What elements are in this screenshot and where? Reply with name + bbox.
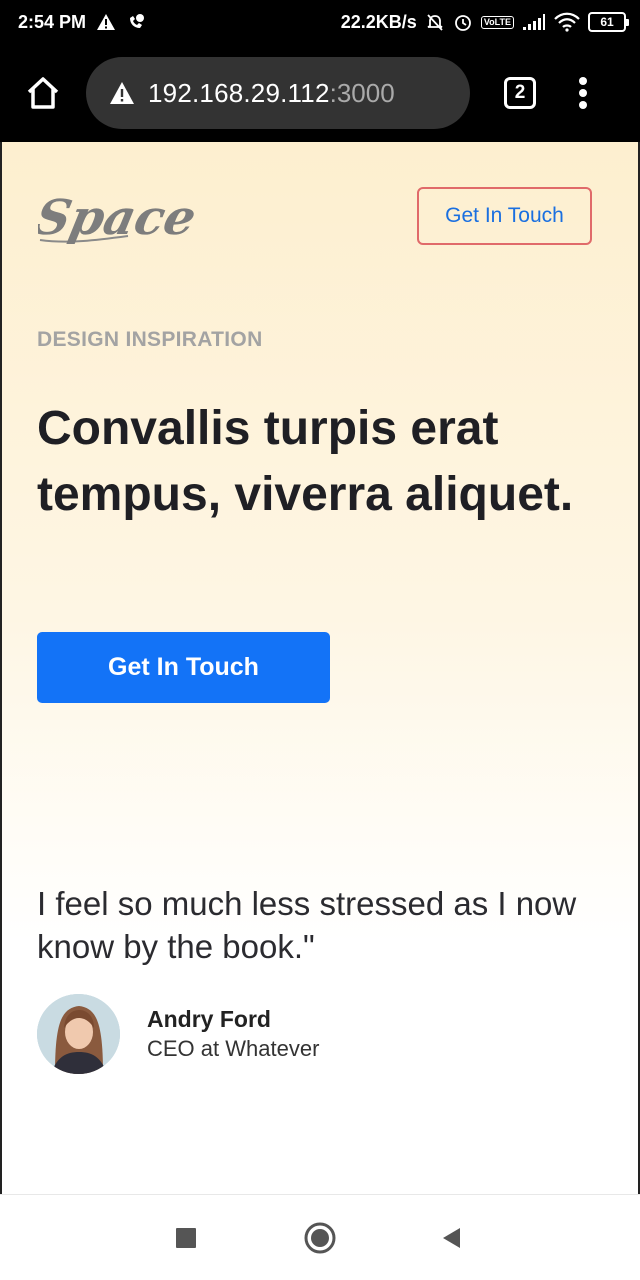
- volte-icon: Vo LTE: [480, 15, 514, 29]
- call-forward-icon: [126, 12, 146, 32]
- back-triangle-icon[interactable]: [433, 1221, 469, 1255]
- author-name: Andry Ford: [147, 1006, 271, 1032]
- home-circle-icon[interactable]: [302, 1221, 338, 1255]
- status-right: 22.2KB/s Vo LTE 61: [340, 11, 629, 33]
- logo-wordmark: Space: [38, 190, 201, 246]
- web-page: Space Get In Touch DESIGN INSPIRATION Co…: [0, 142, 640, 1194]
- eyebrow-label: DESIGN INSPIRATION: [37, 328, 263, 351]
- header-get-in-touch-button[interactable]: Get In Touch: [417, 187, 592, 245]
- status-bar: 2:54 PM 22.2KB/s Vo LTE 61: [0, 0, 640, 44]
- tabs-icon[interactable]: 2: [504, 77, 536, 109]
- not-secure-warning-icon[interactable]: [108, 79, 136, 107]
- network-speed: 22.2KB/s: [340, 11, 417, 32]
- recents-square-icon[interactable]: [168, 1221, 204, 1255]
- hero-get-in-touch-button[interactable]: Get In Touch: [37, 632, 330, 703]
- system-nav-bar: [0, 1194, 640, 1280]
- avatar: [37, 994, 120, 1074]
- status-left: 2:54 PM: [18, 12, 146, 33]
- more-menu-icon[interactable]: [576, 77, 590, 109]
- alarm-icon: [453, 12, 473, 32]
- browser-toolbar: 192.168.29.112:3000 2: [0, 44, 640, 142]
- author-role: CEO at Whatever: [147, 1036, 320, 1061]
- battery-icon: 61: [588, 12, 629, 32]
- volte-bottom-label: LTE: [494, 16, 511, 27]
- address-bar[interactable]: 192.168.29.112:3000: [86, 57, 470, 129]
- signal-icon: [522, 13, 546, 31]
- battery-level: 61: [600, 15, 614, 29]
- volte-top-label: Vo: [483, 16, 495, 27]
- url-port: :3000: [329, 77, 395, 108]
- wifi-icon: [554, 12, 580, 32]
- space-logo[interactable]: Space: [30, 189, 258, 246]
- status-time: 2:54 PM: [18, 11, 87, 32]
- url-host: 192.168.29.112: [148, 77, 330, 108]
- testimonial-author: Andry Ford CEO at Whatever: [37, 994, 319, 1074]
- author-text: Andry Ford CEO at Whatever: [147, 1004, 319, 1064]
- home-icon[interactable]: [22, 72, 64, 114]
- tab-count: 2: [514, 82, 526, 103]
- alert-triangle-icon: [96, 13, 116, 31]
- testimonial-quote: I feel so much less stressed as I now kn…: [37, 885, 577, 965]
- mute-bell-icon: [425, 12, 445, 32]
- hero-title: Convallis turpis erat tempus, viverra al…: [37, 402, 574, 521]
